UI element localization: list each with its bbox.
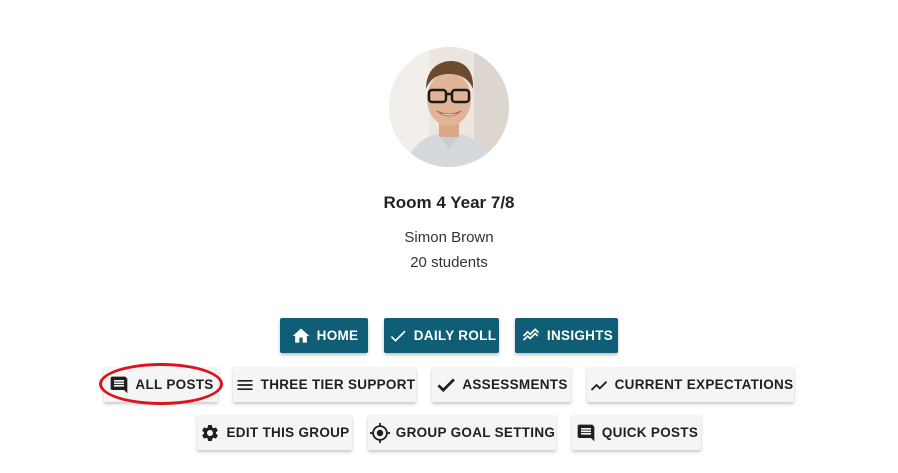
daily-roll-button[interactable]: DAILY ROLL	[384, 318, 499, 353]
group-title: Room 4 Year 7/8	[383, 193, 515, 212]
menu-icon	[234, 374, 256, 396]
teacher-name: Simon Brown	[404, 229, 494, 246]
home-button-label: HOME	[316, 328, 359, 343]
group-goal-setting-button[interactable]: GROUP GOAL SETTING	[368, 415, 556, 450]
three-tier-support-button[interactable]: THREE TIER SUPPORT	[233, 367, 416, 402]
current-expectations-button-label: CURRENT EXPECTATIONS	[614, 377, 794, 392]
home-icon	[290, 325, 312, 347]
gear-icon	[199, 422, 221, 444]
assessments-button-label: ASSESSMENTS	[462, 377, 568, 392]
quick-posts-button[interactable]: QUICK POSTS	[572, 415, 701, 450]
all-posts-button-label: ALL POSTS	[135, 377, 214, 392]
insights-icon	[520, 325, 542, 347]
home-button[interactable]: HOME	[280, 318, 368, 353]
group-goal-setting-button-label: GROUP GOAL SETTING	[395, 425, 556, 440]
all-posts-button[interactable]: ALL POSTS	[104, 367, 218, 402]
three-tier-support-button-label: THREE TIER SUPPORT	[260, 377, 416, 392]
insights-button[interactable]: INSIGHTS	[515, 318, 618, 353]
check-icon	[435, 374, 457, 396]
target-icon	[369, 422, 391, 444]
assessments-button[interactable]: ASSESSMENTS	[432, 367, 571, 402]
trending-icon	[588, 374, 610, 396]
group-avatar	[389, 47, 509, 167]
comment-icon	[108, 374, 130, 396]
daily-roll-button-label: DAILY ROLL	[413, 328, 497, 343]
current-expectations-button[interactable]: CURRENT EXPECTATIONS	[587, 367, 794, 402]
comment-icon	[575, 422, 597, 444]
student-count: 20 students	[410, 254, 488, 271]
check-icon	[387, 325, 409, 347]
quick-posts-button-label: QUICK POSTS	[601, 425, 699, 440]
insights-button-label: INSIGHTS	[546, 328, 614, 343]
edit-this-group-button-label: EDIT THIS GROUP	[226, 425, 350, 440]
edit-this-group-button[interactable]: EDIT THIS GROUP	[197, 415, 352, 450]
